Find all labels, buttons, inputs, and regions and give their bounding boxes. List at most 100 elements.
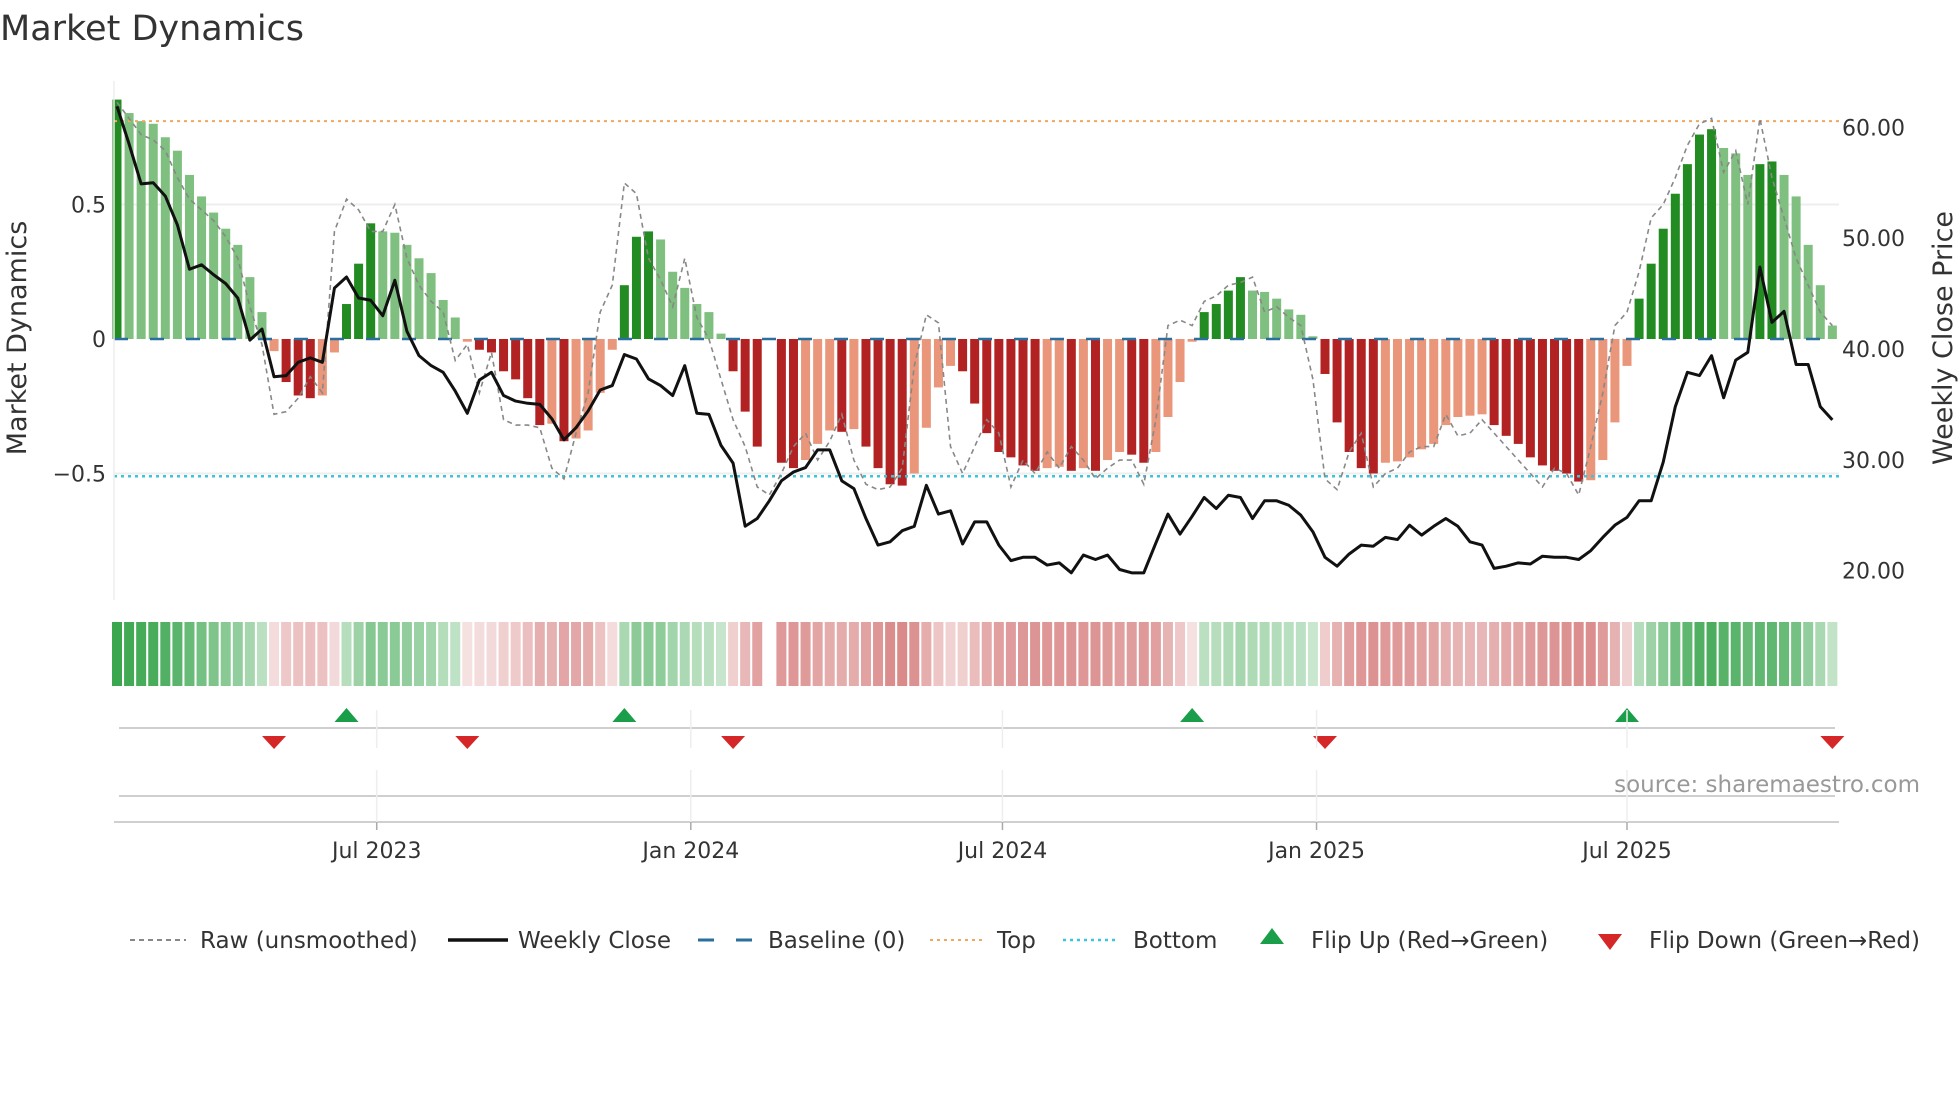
momentum-bar — [849, 339, 859, 430]
legend-label: Baseline (0) — [768, 928, 905, 954]
momentum-bar — [1537, 339, 1547, 466]
regime-cell — [1706, 622, 1717, 686]
momentum-bar — [1719, 148, 1729, 339]
regime-cell — [414, 622, 424, 686]
momentum-bar — [958, 339, 968, 372]
regime-cell — [1320, 622, 1330, 686]
momentum-bar — [378, 231, 388, 339]
regime-cell — [1138, 622, 1149, 686]
regime-cell — [993, 622, 1004, 686]
momentum-bar — [1272, 298, 1282, 339]
legend-label: Weekly Close — [518, 928, 671, 954]
regime-cell — [1573, 622, 1584, 686]
left-tick-label: −0.5 — [53, 463, 106, 488]
regime-cell — [1827, 622, 1838, 686]
momentum-bar — [1006, 339, 1016, 458]
regime-cell — [1634, 622, 1645, 686]
momentum-bar — [1513, 339, 1523, 444]
regime-cell — [1452, 622, 1463, 686]
flip-up-marker — [1180, 708, 1205, 722]
x-axis: Jul 2023 Jan 2024 Jul 2024 Jan 2025 Jul 2025 — [114, 710, 1839, 864]
regime-strip — [112, 622, 1838, 686]
momentum-bar — [909, 339, 919, 474]
momentum-bar — [1139, 339, 1149, 463]
momentum-bar — [1018, 339, 1028, 466]
momentum-bar — [535, 339, 545, 426]
regime-cell — [1609, 622, 1620, 686]
momentum-bar — [329, 339, 339, 353]
momentum-bar — [837, 339, 847, 432]
regime-cell — [631, 622, 642, 686]
regime-cell — [583, 622, 594, 686]
legend-flip-up-swatch — [1260, 928, 1284, 944]
momentum-bar — [1054, 339, 1064, 467]
regime-cell — [1223, 622, 1234, 686]
momentum-bar — [1199, 312, 1209, 339]
regime-cell — [401, 622, 412, 686]
regime-cell — [1114, 622, 1125, 686]
regime-cell — [1187, 622, 1198, 686]
x-tick-label: Jul 2025 — [1580, 839, 1672, 864]
regime-cell — [522, 622, 533, 686]
regime-cell — [933, 622, 944, 686]
legend-label: Flip Down (Green→Red) — [1649, 928, 1920, 954]
right-tick-label: 30.00 — [1842, 449, 1905, 474]
chart-title: Market Dynamics — [0, 9, 304, 49]
regime-cell — [1416, 622, 1427, 686]
momentum-bar — [1163, 339, 1173, 418]
regime-cell — [716, 622, 726, 686]
regime-cell — [1428, 622, 1439, 686]
momentum-bar — [728, 339, 738, 372]
momentum-bar — [1682, 164, 1692, 339]
momentum-bar — [305, 339, 315, 399]
momentum-bar — [547, 339, 557, 424]
right-axis-label: Weekly Close Price — [1928, 211, 1959, 465]
momentum-bar — [1332, 339, 1342, 423]
momentum-bar — [1078, 339, 1088, 469]
flip-down-marker — [455, 736, 480, 749]
momentum-bar — [644, 231, 654, 339]
legend-label: Bottom — [1133, 928, 1217, 954]
regime-cell — [1066, 622, 1077, 686]
regime-cell — [1356, 622, 1367, 686]
regime-cell — [679, 622, 690, 686]
regime-cell — [196, 622, 207, 686]
momentum-bar — [1622, 339, 1632, 366]
right-tick-label: 40.00 — [1842, 338, 1905, 363]
momentum-bar — [1731, 153, 1741, 339]
regime-cell — [269, 622, 280, 686]
momentum-bar — [873, 339, 883, 469]
momentum-bar — [1501, 339, 1511, 436]
regime-cell — [607, 622, 618, 686]
regime-cell — [426, 622, 437, 686]
regime-cell — [1754, 622, 1765, 686]
left-tick-label: 0.5 — [71, 194, 106, 219]
regime-cell — [1211, 622, 1222, 686]
legend-label: Flip Up (Red→Green) — [1311, 928, 1548, 954]
regime-cell — [1537, 622, 1548, 686]
momentum-bar — [366, 223, 376, 339]
regime-cell — [1622, 622, 1632, 686]
regime-cell — [1295, 622, 1306, 686]
regime-cell — [462, 622, 473, 686]
regime-cell — [1682, 622, 1693, 686]
regime-cell — [317, 622, 328, 686]
momentum-bar — [595, 339, 605, 393]
momentum-bar — [1610, 339, 1620, 423]
momentum-bar — [631, 236, 641, 339]
momentum-bar — [740, 339, 750, 412]
regime-cell — [365, 622, 376, 686]
regime-cell — [1597, 622, 1608, 686]
regime-cell — [172, 622, 183, 686]
x-tick-label: Jan 2025 — [1266, 839, 1365, 864]
momentum-bar — [680, 287, 690, 339]
momentum-bar — [462, 339, 472, 342]
regime-cell — [1440, 622, 1451, 686]
regime-cell — [1283, 622, 1294, 686]
momentum-bar — [499, 339, 509, 372]
flip-up-marker — [334, 708, 359, 722]
regime-cell — [824, 622, 835, 686]
regime-cell — [1380, 622, 1391, 686]
momentum-bar — [269, 339, 279, 352]
momentum-bar — [1707, 129, 1717, 339]
